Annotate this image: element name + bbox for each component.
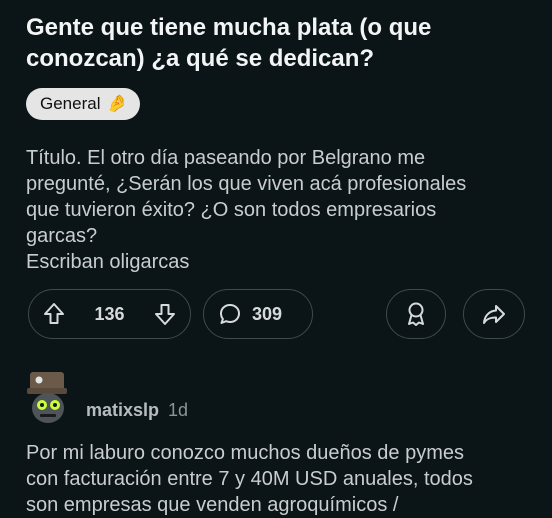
comment-count: 309 [252, 303, 283, 324]
post-body: Título. El otro día paseando por Belgran… [26, 145, 531, 275]
comment-author[interactable]: matixslp [86, 400, 159, 421]
comment-line: Por mi laburo conozco muchos dueños de p… [26, 442, 465, 464]
post-actions: 136 309 [0, 289, 552, 341]
upvote-count: 136 [94, 303, 125, 324]
post-body-line: Escriban oligarcas [26, 251, 190, 273]
comment-bubble-icon [218, 302, 242, 326]
post-body-line: que tuvieron éxito? ¿O son todos empresa… [26, 199, 437, 221]
downvote-icon[interactable] [154, 302, 176, 326]
vote-control: 136 [28, 289, 191, 339]
comment-timestamp: 1d [168, 400, 189, 420]
post-title[interactable]: Gente que tiene mucha plata (o que conoz… [26, 12, 536, 74]
post-flair[interactable]: General 🤌 [26, 88, 140, 120]
comment-line: con facturación entre 7 y 40M USD anuale… [26, 468, 473, 490]
pinched-fingers-icon: 🤌 [106, 94, 128, 113]
comment: matixslp 1d Por mi laburo conozco muchos… [0, 370, 552, 516]
section-divider [0, 352, 552, 370]
post: Gente que tiene mucha plata (o que conoz… [0, 0, 552, 352]
post-body-line: Título. El otro día paseando por Belgran… [26, 147, 426, 169]
comments-button[interactable]: 309 [203, 289, 313, 339]
avatar[interactable] [24, 370, 76, 426]
post-body-line: garcas? [26, 225, 98, 247]
award-button[interactable] [386, 289, 446, 339]
upvote-icon[interactable] [43, 302, 65, 326]
comment-line: son empresas que venden agroquímicos / [26, 494, 399, 516]
award-icon [404, 301, 428, 327]
post-body-line: pregunté, ¿Serán los que viven acá profe… [26, 173, 467, 195]
share-arrow-icon [481, 302, 507, 326]
comment-body: Por mi laburo conozco muchos dueños de p… [26, 440, 546, 518]
flair-label: General [40, 94, 101, 113]
share-button[interactable] [463, 289, 525, 339]
